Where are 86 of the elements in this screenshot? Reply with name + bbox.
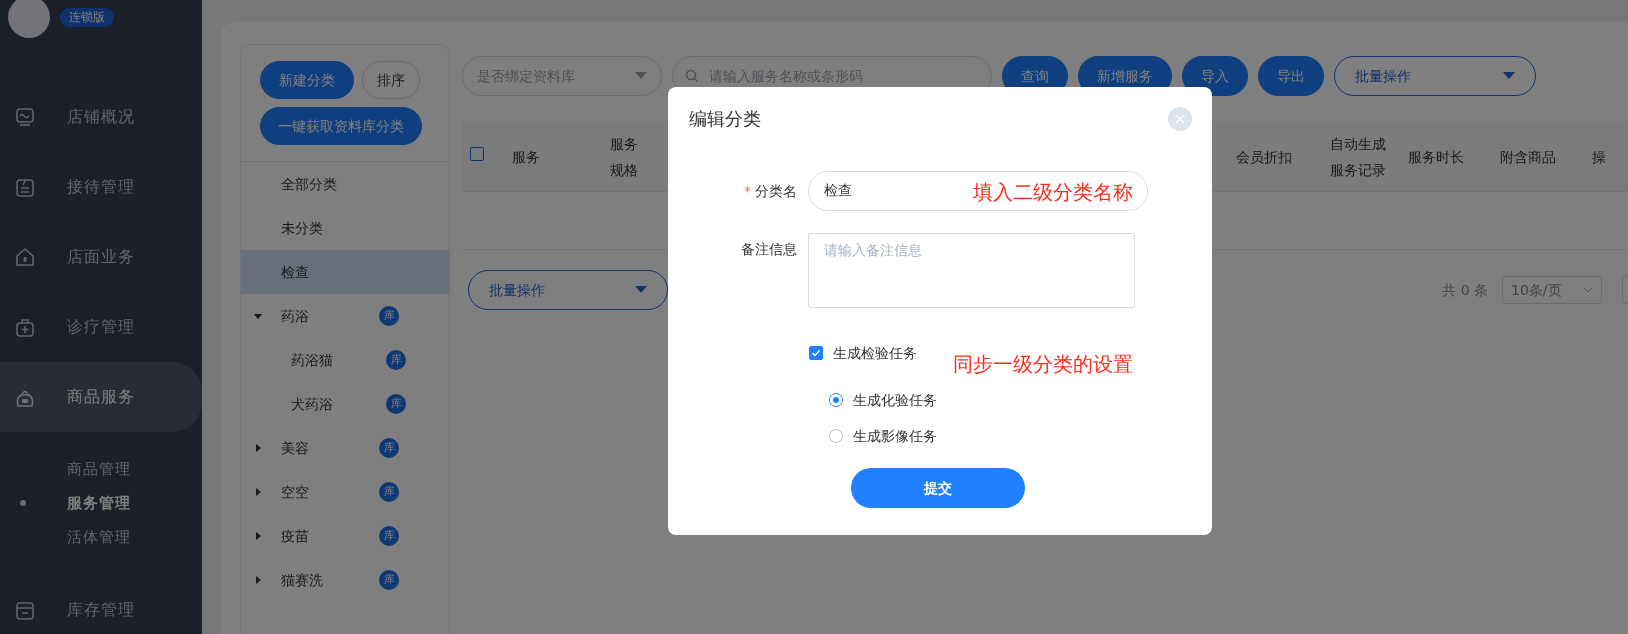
column-header: 操 — [1592, 147, 1606, 167]
dropdown-arrow-icon — [635, 72, 647, 80]
column-header: 自动生成服务记录 — [1330, 134, 1387, 180]
library-badge: 库 — [379, 482, 399, 502]
submenu-item[interactable]: 服务管理 — [0, 486, 202, 520]
category-item[interactable]: 全部分类 — [241, 162, 449, 206]
house-icon — [14, 246, 36, 268]
library-badge: 库 — [379, 526, 399, 546]
medical-kit-icon — [14, 316, 36, 338]
required-mark: * — [744, 183, 751, 199]
category-item[interactable]: 检查 — [241, 250, 449, 294]
select-label: 批量操作 — [1355, 66, 1411, 86]
batch-action-select[interactable]: 批量操作 — [1334, 56, 1536, 96]
select-all-checkbox[interactable] — [470, 147, 484, 161]
caret-right-icon[interactable] — [253, 443, 263, 453]
caret-right-icon[interactable] — [253, 487, 263, 497]
sidebar-item[interactable]: 店铺概况 — [0, 82, 202, 152]
category-item[interactable]: 药浴猫 库 — [241, 338, 449, 382]
category-name: 猫赛洗 — [281, 570, 323, 590]
library-badge: 库 — [379, 438, 399, 458]
box-icon — [14, 599, 36, 621]
select-label: 批量操作 — [489, 280, 545, 300]
library-badge: 库 — [386, 394, 406, 414]
search-icon — [685, 69, 699, 83]
clipboard-icon — [14, 176, 36, 198]
caret-right-icon[interactable] — [253, 575, 263, 585]
checkbox[interactable] — [809, 346, 823, 360]
sidebar-item[interactable]: 接待管理 — [0, 152, 202, 222]
library-badge: 库 — [386, 350, 406, 370]
category-item[interactable]: 药浴 库 — [241, 294, 449, 338]
category-item[interactable]: 美容 库 — [241, 426, 449, 470]
category-name: 药浴猫 — [291, 350, 333, 370]
logo-icon — [8, 0, 50, 38]
batch-action-select[interactable]: 批量操作 — [468, 270, 668, 310]
caret-down-icon[interactable] — [253, 311, 263, 321]
monitor-icon — [14, 106, 36, 128]
submenu-item[interactable]: 活体管理 — [0, 520, 202, 554]
annotation-text: 同步一级分类的设置 — [953, 351, 1133, 378]
dialog-title: 编辑分类 — [689, 107, 761, 131]
caret-right-icon[interactable] — [253, 531, 263, 541]
category-name: 检查 — [281, 262, 309, 282]
column-header: 附含商品 — [1500, 147, 1556, 167]
select-value: 10条/页 — [1511, 280, 1562, 300]
submit-button[interactable]: 提交 — [851, 468, 1025, 508]
note-field[interactable]: 请输入备注信息 — [808, 233, 1135, 308]
category-name: 药浴 — [281, 306, 309, 326]
category-name: 美容 — [281, 438, 309, 458]
close-icon — [1175, 114, 1185, 124]
export-button[interactable]: 导出 — [1258, 56, 1324, 96]
category-item[interactable]: 疫苗 库 — [241, 514, 449, 558]
column-header: 会员折扣 — [1236, 147, 1292, 167]
category-name: 未分类 — [281, 218, 323, 238]
sidebar-item[interactable]: 诊疗管理 — [0, 292, 202, 362]
field-label: 备注信息 — [740, 240, 797, 259]
dropdown-arrow-icon — [635, 286, 647, 294]
check-icon — [811, 348, 821, 358]
chevron-down-icon — [1583, 287, 1593, 293]
sidebar-item[interactable]: 库存管理 — [0, 575, 202, 634]
fetch-library-categories-button[interactable]: 一键获取资料库分类 — [260, 107, 422, 145]
column-header: 服务时长 — [1408, 147, 1464, 167]
new-category-button[interactable]: 新建分类 — [260, 61, 354, 99]
library-badge: 库 — [379, 306, 399, 326]
edition-badge: 连锁版 — [60, 8, 114, 27]
dropdown-arrow-icon — [1503, 72, 1515, 80]
category-name: 犬药浴 — [291, 394, 333, 414]
column-header: 服务 — [512, 147, 540, 167]
submenu-item[interactable]: 商品管理 — [0, 452, 202, 486]
radio-label: 生成化验任务 — [853, 390, 937, 410]
category-name: 疫苗 — [281, 526, 309, 546]
category-item[interactable]: 空空 库 — [241, 470, 449, 514]
field-label: 分类名 — [755, 183, 797, 199]
sidebar-item[interactable]: 店面业务 — [0, 222, 202, 292]
category-item[interactable]: 犬药浴 库 — [241, 382, 449, 426]
sidebar-item[interactable]: 商品服务 — [0, 362, 202, 432]
checkbox-label: 生成检验任务 — [833, 343, 917, 363]
category-item[interactable]: 猫赛洗 库 — [241, 558, 449, 602]
category-name: 空空 — [281, 482, 309, 502]
annotation-text: 填入二级分类名称 — [973, 179, 1133, 206]
page-size-select[interactable]: 10条/页 — [1502, 276, 1602, 304]
import-button[interactable]: 导入 — [1182, 56, 1248, 96]
category-name: 全部分类 — [281, 174, 337, 194]
library-badge: 库 — [379, 570, 399, 590]
radio-label: 生成影像任务 — [853, 426, 937, 446]
sort-button[interactable]: 排序 — [362, 61, 420, 99]
column-header: 服务规格 — [610, 134, 639, 180]
category-item[interactable]: 未分类 — [241, 206, 449, 250]
